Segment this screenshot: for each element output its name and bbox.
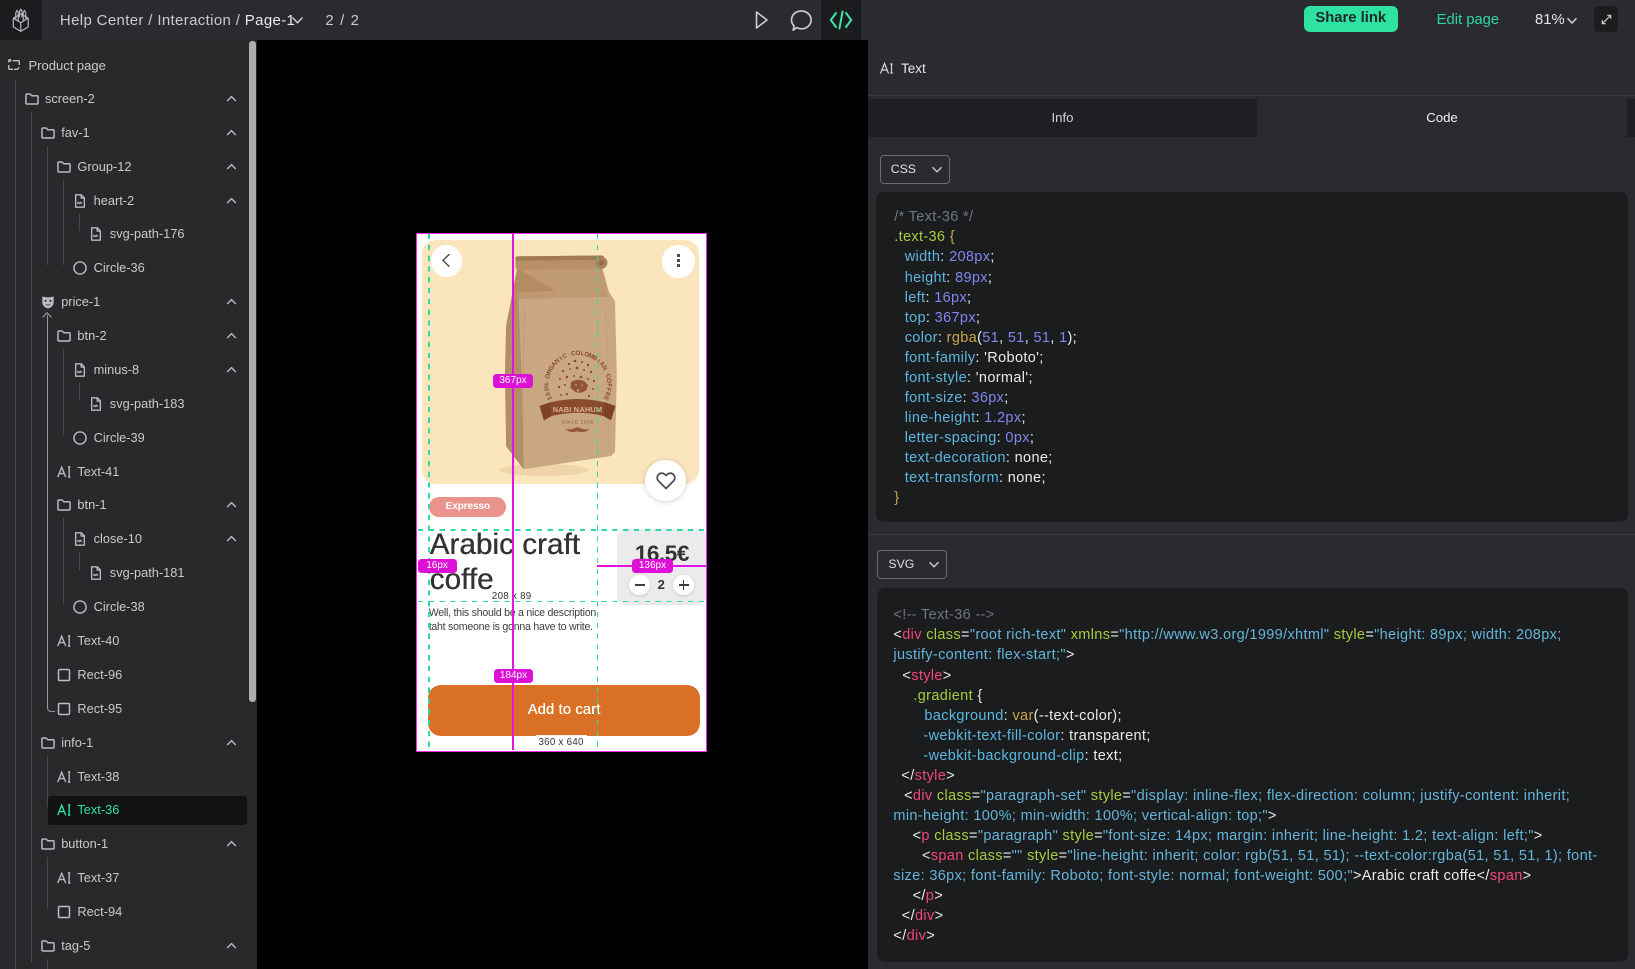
svg-text:SINCE 1938: SINCE 1938	[561, 419, 593, 424]
svg-text:NABI NAHUM: NABI NAHUM	[553, 404, 603, 413]
svg-text:%: %	[543, 381, 550, 387]
